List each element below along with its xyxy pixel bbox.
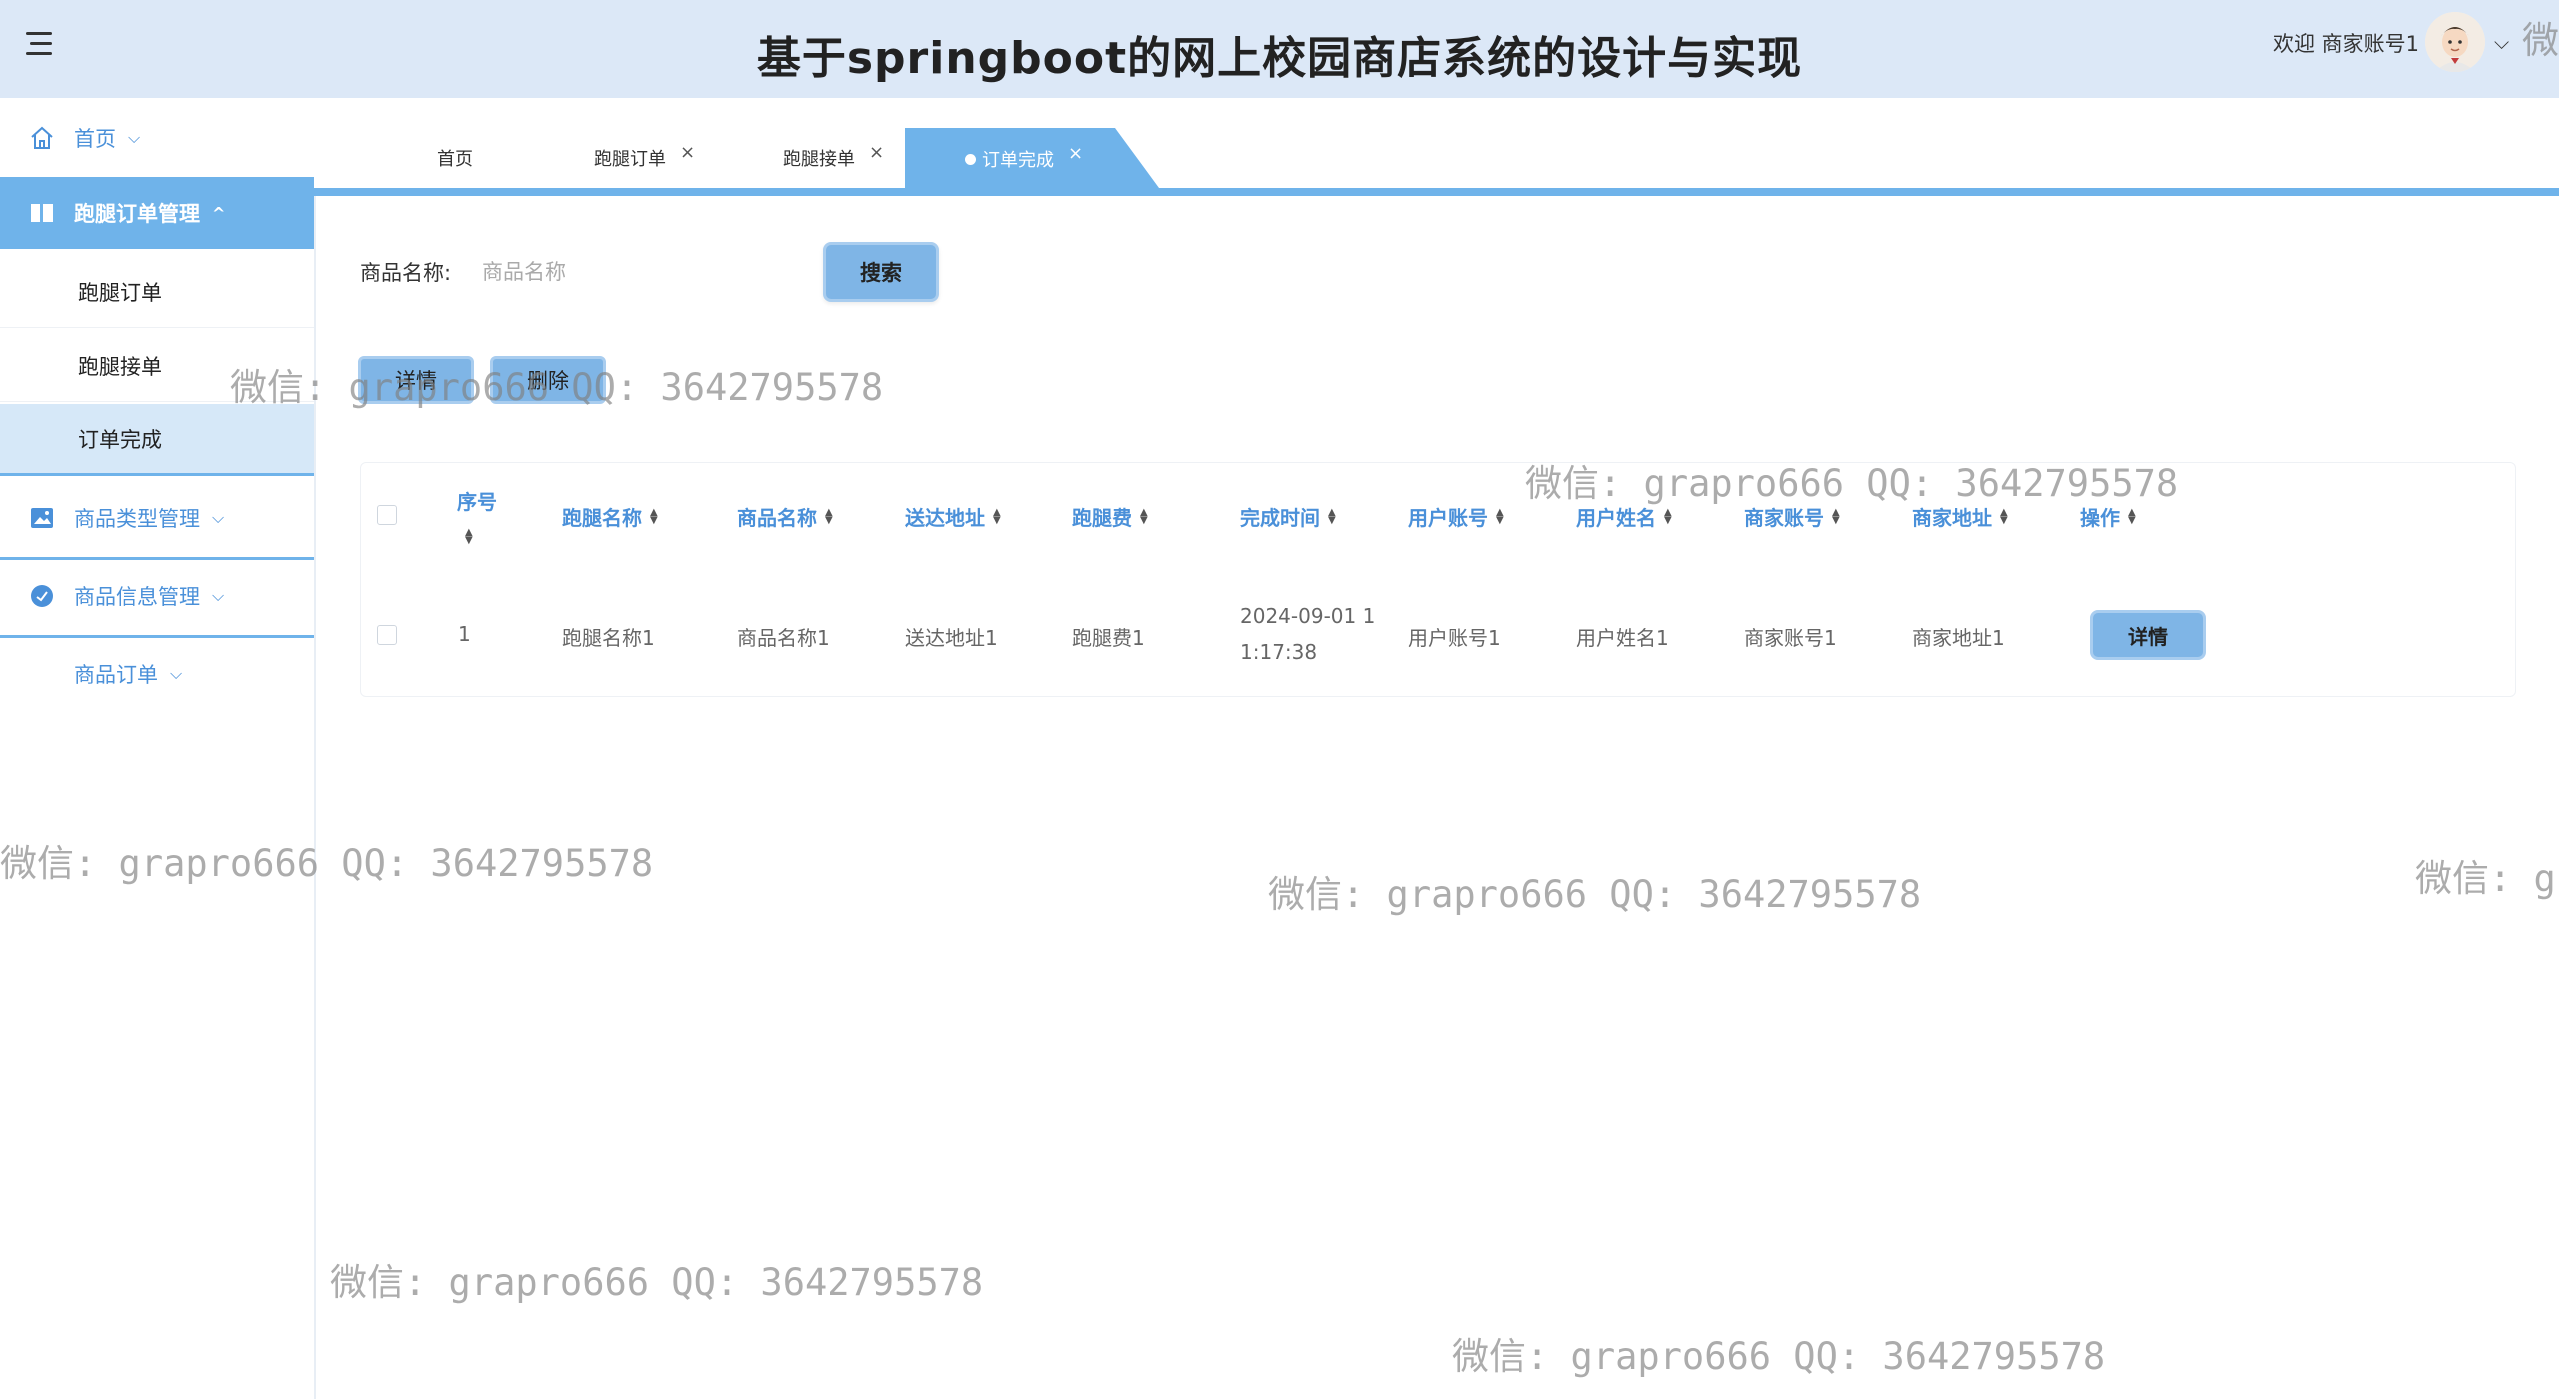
close-icon[interactable]: ×: [1068, 143, 1083, 164]
sidebar-item-label: 商品订单: [74, 663, 158, 687]
sort-icon[interactable]: ▲ ▼: [2128, 507, 2136, 525]
cell-complete-time-line2: 1:17:38: [1240, 640, 1318, 664]
watermark: 微信: grapro666 QQ: 3642795578: [1452, 1335, 2106, 1378]
cell-product-name: 商品名称1: [737, 626, 830, 650]
column-header-label: 完成时间: [1240, 506, 1320, 530]
tab-home[interactable]: 首页: [437, 128, 473, 188]
sort-icon[interactable]: ▲ ▼: [993, 507, 1001, 525]
watermark: 微信: grapro666 QQ: 3642795578: [0, 842, 654, 885]
tab-label: 订单完成: [982, 150, 1054, 171]
sort-icon[interactable]: ▲ ▼: [1832, 507, 1840, 525]
image-icon: [28, 504, 56, 532]
sidebar-subitem-run-order[interactable]: 跑腿订单: [0, 256, 314, 328]
avatar[interactable]: [2425, 12, 2485, 72]
column-header-label: 跑腿名称: [562, 506, 642, 530]
row-checkbox[interactable]: [377, 625, 397, 645]
watermark: 微: [2522, 19, 2559, 62]
sort-icon[interactable]: ▲ ▼: [465, 528, 473, 546]
chevron-up-icon: ^: [212, 203, 226, 223]
cell-user-account: 用户账号1: [1408, 626, 1501, 650]
search-button[interactable]: 搜索: [823, 242, 939, 302]
sidebar-subitem-label: 跑腿订单: [78, 280, 162, 305]
sort-icon[interactable]: ▲ ▼: [650, 507, 658, 525]
tabs-underline: [314, 188, 2559, 196]
tab-label: 跑腿接单: [783, 149, 855, 170]
tab-label: 首页: [437, 149, 473, 170]
column-header-label: 用户账号: [1408, 506, 1488, 530]
tab-run-accept[interactable]: 跑腿接单 ×: [783, 128, 884, 188]
tab-label: 跑腿订单: [594, 149, 666, 170]
column-header-user-account[interactable]: 用户账号 ▲ ▼: [1408, 502, 1504, 531]
watermark: 微信: g: [2415, 857, 2556, 900]
column-header-fee[interactable]: 跑腿费 ▲ ▼: [1072, 502, 1148, 531]
grid-icon: [28, 199, 56, 227]
chevron-down-icon: ⌵: [170, 664, 183, 683]
search-label: 商品名称:: [360, 261, 452, 285]
sort-icon[interactable]: ▲ ▼: [1328, 507, 1336, 525]
sidebar-item-home[interactable]: 首页 ⌵: [0, 102, 314, 174]
chevron-down-icon[interactable]: ⌵: [2494, 30, 2509, 54]
sidebar-item-label: 跑腿订单管理: [74, 202, 200, 226]
active-dot-icon: [965, 153, 976, 165]
sort-icon[interactable]: ▲ ▼: [1496, 507, 1504, 525]
cell-complete-time-line1: 2024-09-01 1: [1240, 604, 1376, 628]
row-detail-button[interactable]: 详情: [2090, 610, 2206, 660]
watermark: 微信: grapro666 QQ: 3642795578: [1268, 873, 1922, 916]
sidebar-item-label: 商品类型管理: [74, 507, 200, 531]
cell-address: 送达地址1: [905, 626, 998, 650]
home-icon: [28, 124, 56, 152]
sidebar-item-label: 商品信息管理: [74, 585, 200, 609]
cell-merchant-account: 商家账号1: [1744, 626, 1837, 650]
sort-icon[interactable]: ▲ ▼: [2000, 507, 2008, 525]
column-header-label: 商品名称: [737, 506, 817, 530]
search-input[interactable]: [480, 246, 804, 298]
column-header-label: 跑腿费: [1072, 506, 1132, 530]
column-header-product-name[interactable]: 商品名称 ▲ ▼: [737, 502, 833, 531]
chevron-down-icon: ⌵: [212, 508, 225, 527]
cell-merchant-address: 商家地址1: [1912, 626, 2005, 650]
close-icon[interactable]: ×: [680, 142, 695, 163]
sidebar-item-product-orders[interactable]: 商品订单 ⌵: [0, 638, 314, 710]
column-header-complete-time[interactable]: 完成时间 ▲ ▼: [1240, 502, 1336, 531]
column-header-label: 送达地址: [905, 506, 985, 530]
chevron-down-icon: ⌵: [128, 128, 141, 147]
welcome-text: 欢迎 商家账号1: [2272, 32, 2419, 56]
watermark: 微信: grapro666 QQ: 3642795578: [330, 1261, 984, 1304]
watermark: 微信: grapro666 QQ: 3642795578: [1525, 462, 2179, 505]
sidebar-item-product-info[interactable]: 商品信息管理 ⌵: [0, 560, 314, 632]
sort-icon[interactable]: ▲ ▼: [825, 507, 833, 525]
cell-user-name: 用户姓名1: [1576, 626, 1669, 650]
sidebar-subitem-label: 跑腿接单: [78, 354, 162, 379]
column-header-run-name[interactable]: 跑腿名称 ▲ ▼: [562, 502, 658, 531]
tab-order-complete[interactable]: 订单完成 ×: [905, 128, 1159, 188]
check-circle-icon: [28, 582, 56, 610]
cell-fee: 跑腿费1: [1072, 626, 1145, 650]
sidebar-item-product-type[interactable]: 商品类型管理 ⌵: [0, 482, 314, 554]
app-header: 基于springboot的网上校园商店系统的设计与实现 欢迎 商家账号1 ⌵: [0, 0, 2559, 98]
watermark: 微信: grapro666 QQ: 3642795578: [230, 366, 884, 409]
tab-run-orders[interactable]: 跑腿订单 ×: [594, 128, 695, 188]
sidebar-subitem-order-complete[interactable]: 订单完成: [0, 404, 314, 476]
close-icon[interactable]: ×: [869, 142, 884, 163]
chevron-down-icon: ⌵: [212, 586, 225, 605]
column-header-label: 序号: [457, 490, 497, 514]
sidebar-item-run-orders[interactable]: 跑腿订单管理 ^: [0, 177, 314, 249]
cell-run-name: 跑腿名称1: [562, 626, 655, 650]
column-header-index[interactable]: 序号 ▲ ▼: [457, 486, 497, 546]
sort-icon[interactable]: ▲ ▼: [1664, 507, 1672, 525]
cell-index: 1: [458, 622, 471, 646]
sidebar-subitem-label: 订单完成: [78, 427, 162, 452]
sidebar-item-label: 首页: [74, 127, 116, 151]
sort-icon[interactable]: ▲ ▼: [1140, 507, 1148, 525]
select-all-checkbox[interactable]: [377, 505, 397, 525]
data-table: [360, 462, 2516, 697]
app-title: 基于springboot的网上校园商店系统的设计与实现: [756, 33, 1803, 84]
column-header-address[interactable]: 送达地址 ▲ ▼: [905, 502, 1001, 531]
